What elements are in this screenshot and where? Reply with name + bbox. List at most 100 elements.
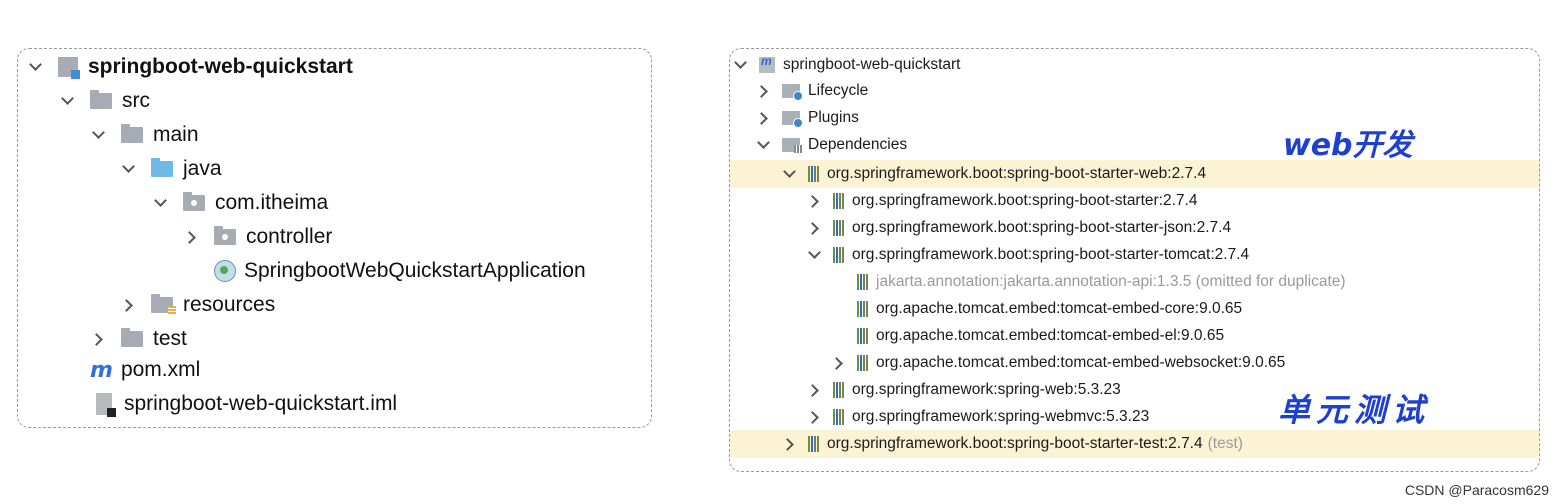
library-icon	[857, 355, 868, 371]
tree-item-label: resources	[183, 293, 276, 316]
tree-item-java[interactable]: java	[123, 154, 222, 184]
library-icon	[857, 301, 868, 317]
tree-item-label: springboot-web-quickstart	[88, 55, 353, 78]
tree-item-test[interactable]: test	[93, 324, 187, 354]
project-tree-panel: springboot-web-quickstart src main java …	[17, 48, 652, 428]
chevron-down-icon[interactable]	[123, 164, 133, 174]
library-icon	[808, 436, 819, 452]
dependency-item[interactable]: org.springframework.boot:spring-boot-sta…	[809, 216, 1231, 240]
dependency-label: org.springframework.boot:spring-boot-sta…	[852, 246, 1250, 263]
source-folder-icon	[151, 158, 173, 177]
tree-item-label: SpringbootWebQuickstartApplication	[244, 259, 586, 282]
tree-item-label: java	[183, 157, 222, 180]
maven-plugins[interactable]: Plugins	[758, 106, 859, 130]
dependency-label: org.springframework.boot:spring-boot-sta…	[852, 192, 1198, 209]
library-icon	[833, 193, 844, 209]
chevron-down-icon[interactable]	[809, 250, 819, 260]
tree-item-label: test	[153, 327, 187, 350]
spring-boot-class-icon	[214, 260, 236, 282]
dependency-label: org.springframework.boot:spring-boot-sta…	[827, 435, 1203, 452]
chevron-right-icon[interactable]	[809, 412, 819, 422]
chevron-down-icon[interactable]	[784, 169, 794, 179]
tree-item-package[interactable]: com.itheima	[155, 188, 328, 218]
chevron-right-icon[interactable]	[123, 300, 133, 310]
maven-lifecycle[interactable]: Lifecycle	[758, 79, 868, 103]
tree-item-resources[interactable]: resources	[123, 290, 275, 320]
tree-item-label: com.itheima	[215, 191, 329, 214]
dependency-item[interactable]: org.apache.tomcat.embed:tomcat-embed-web…	[833, 351, 1285, 375]
dependency-label: org.apache.tomcat.embed:tomcat-embed-web…	[876, 354, 1286, 371]
dependency-label: org.springframework.boot:spring-boot-sta…	[852, 219, 1232, 236]
dependency-item[interactable]: org.springframework:spring-webmvc:5.3.23	[809, 405, 1149, 429]
tree-item-label: controller	[246, 225, 333, 248]
tree-item-main[interactable]: main	[93, 120, 199, 150]
chevron-down-icon[interactable]	[93, 130, 103, 140]
annotation-web-dev: web开发	[1283, 128, 1413, 163]
library-icon	[808, 166, 819, 182]
tree-item-label: springboot-web-quickstart	[783, 56, 961, 73]
maven-project[interactable]: springboot-web-quickstart	[735, 53, 960, 77]
tree-item-controller[interactable]: controller	[186, 222, 332, 252]
dependency-item[interactable]: jakarta.annotation:jakarta.annotation-ap…	[857, 270, 1346, 294]
chevron-right-icon[interactable]	[833, 358, 843, 368]
tree-item-src[interactable]: src	[62, 86, 150, 116]
tree-item-project[interactable]: springboot-web-quickstart	[30, 52, 353, 82]
chevron-down-icon[interactable]	[735, 60, 745, 70]
scope-label: (test)	[1207, 435, 1243, 452]
tree-item-label: pom.xml	[120, 358, 201, 381]
dependency-item[interactable]: org.springframework:spring-web:5.3.23	[809, 378, 1121, 402]
annotation-unit-test: 单元测试	[1278, 391, 1431, 429]
tree-item-label: Lifecycle	[808, 82, 869, 99]
dependency-item[interactable]: org.springframework.boot:spring-boot-sta…	[809, 243, 1249, 267]
dependency-label: org.springframework:spring-web:5.3.23	[852, 381, 1121, 398]
dependency-item-test[interactable]: org.springframework.boot:spring-boot-sta…	[784, 432, 1243, 456]
dependency-label: jakarta.annotation:jakarta.annotation-ap…	[876, 273, 1346, 290]
iml-file-icon	[96, 393, 116, 417]
chevron-right-icon[interactable]	[93, 334, 103, 344]
chevron-right-icon[interactable]	[809, 385, 819, 395]
maven-icon: m	[90, 357, 113, 383]
library-icon	[833, 247, 844, 263]
dependency-item[interactable]: org.springframework.boot:spring-boot-sta…	[809, 189, 1197, 213]
chevron-right-icon[interactable]	[186, 232, 196, 242]
chevron-right-icon[interactable]	[758, 86, 768, 96]
plugins-folder-icon	[782, 111, 803, 128]
chevron-right-icon[interactable]	[809, 196, 819, 206]
resources-folder-icon	[151, 294, 176, 315]
chevron-down-icon[interactable]	[30, 62, 40, 72]
dependency-label: org.apache.tomcat.embed:tomcat-embed-el:…	[876, 327, 1225, 344]
dependency-item[interactable]: org.apache.tomcat.embed:tomcat-embed-cor…	[857, 297, 1242, 321]
tree-item-pom[interactable]: m pom.xml	[90, 355, 200, 385]
dependency-label: org.springframework.boot:spring-boot-sta…	[827, 165, 1207, 182]
chevron-down-icon[interactable]	[62, 96, 72, 106]
library-icon	[833, 220, 844, 236]
folder-icon	[90, 90, 112, 109]
package-icon	[214, 226, 236, 245]
package-icon	[183, 192, 205, 211]
maven-dependencies[interactable]: Dependencies	[758, 133, 907, 157]
maven-module-icon	[759, 54, 775, 73]
chevron-down-icon[interactable]	[155, 198, 165, 208]
dependency-item[interactable]: org.apache.tomcat.embed:tomcat-embed-el:…	[857, 324, 1224, 348]
library-icon	[833, 409, 844, 425]
dependency-label: org.springframework:spring-webmvc:5.3.23	[852, 408, 1150, 425]
tree-item-label: Plugins	[808, 109, 859, 126]
watermark: CSDN @Paracosm629	[1404, 482, 1549, 498]
tree-item-label: main	[153, 123, 199, 146]
chevron-down-icon[interactable]	[758, 140, 768, 150]
chevron-right-icon[interactable]	[784, 439, 794, 449]
folder-icon	[121, 328, 143, 347]
chevron-right-icon[interactable]	[809, 223, 819, 233]
tree-item-iml[interactable]: springboot-web-quickstart.iml	[96, 389, 397, 419]
dependency-item[interactable]: org.springframework.boot:spring-boot-sta…	[784, 162, 1206, 186]
tree-item-app-class[interactable]: SpringbootWebQuickstartApplication	[214, 256, 586, 286]
lifecycle-folder-icon	[782, 84, 803, 101]
tree-item-label: springboot-web-quickstart.iml	[124, 392, 398, 415]
chevron-right-icon[interactable]	[758, 113, 768, 123]
tree-item-label: Dependencies	[808, 136, 908, 153]
folder-icon	[121, 124, 143, 143]
library-icon	[833, 382, 844, 398]
module-folder-icon	[58, 57, 80, 79]
library-icon	[857, 328, 868, 344]
dependency-label: org.apache.tomcat.embed:tomcat-embed-cor…	[876, 300, 1243, 317]
